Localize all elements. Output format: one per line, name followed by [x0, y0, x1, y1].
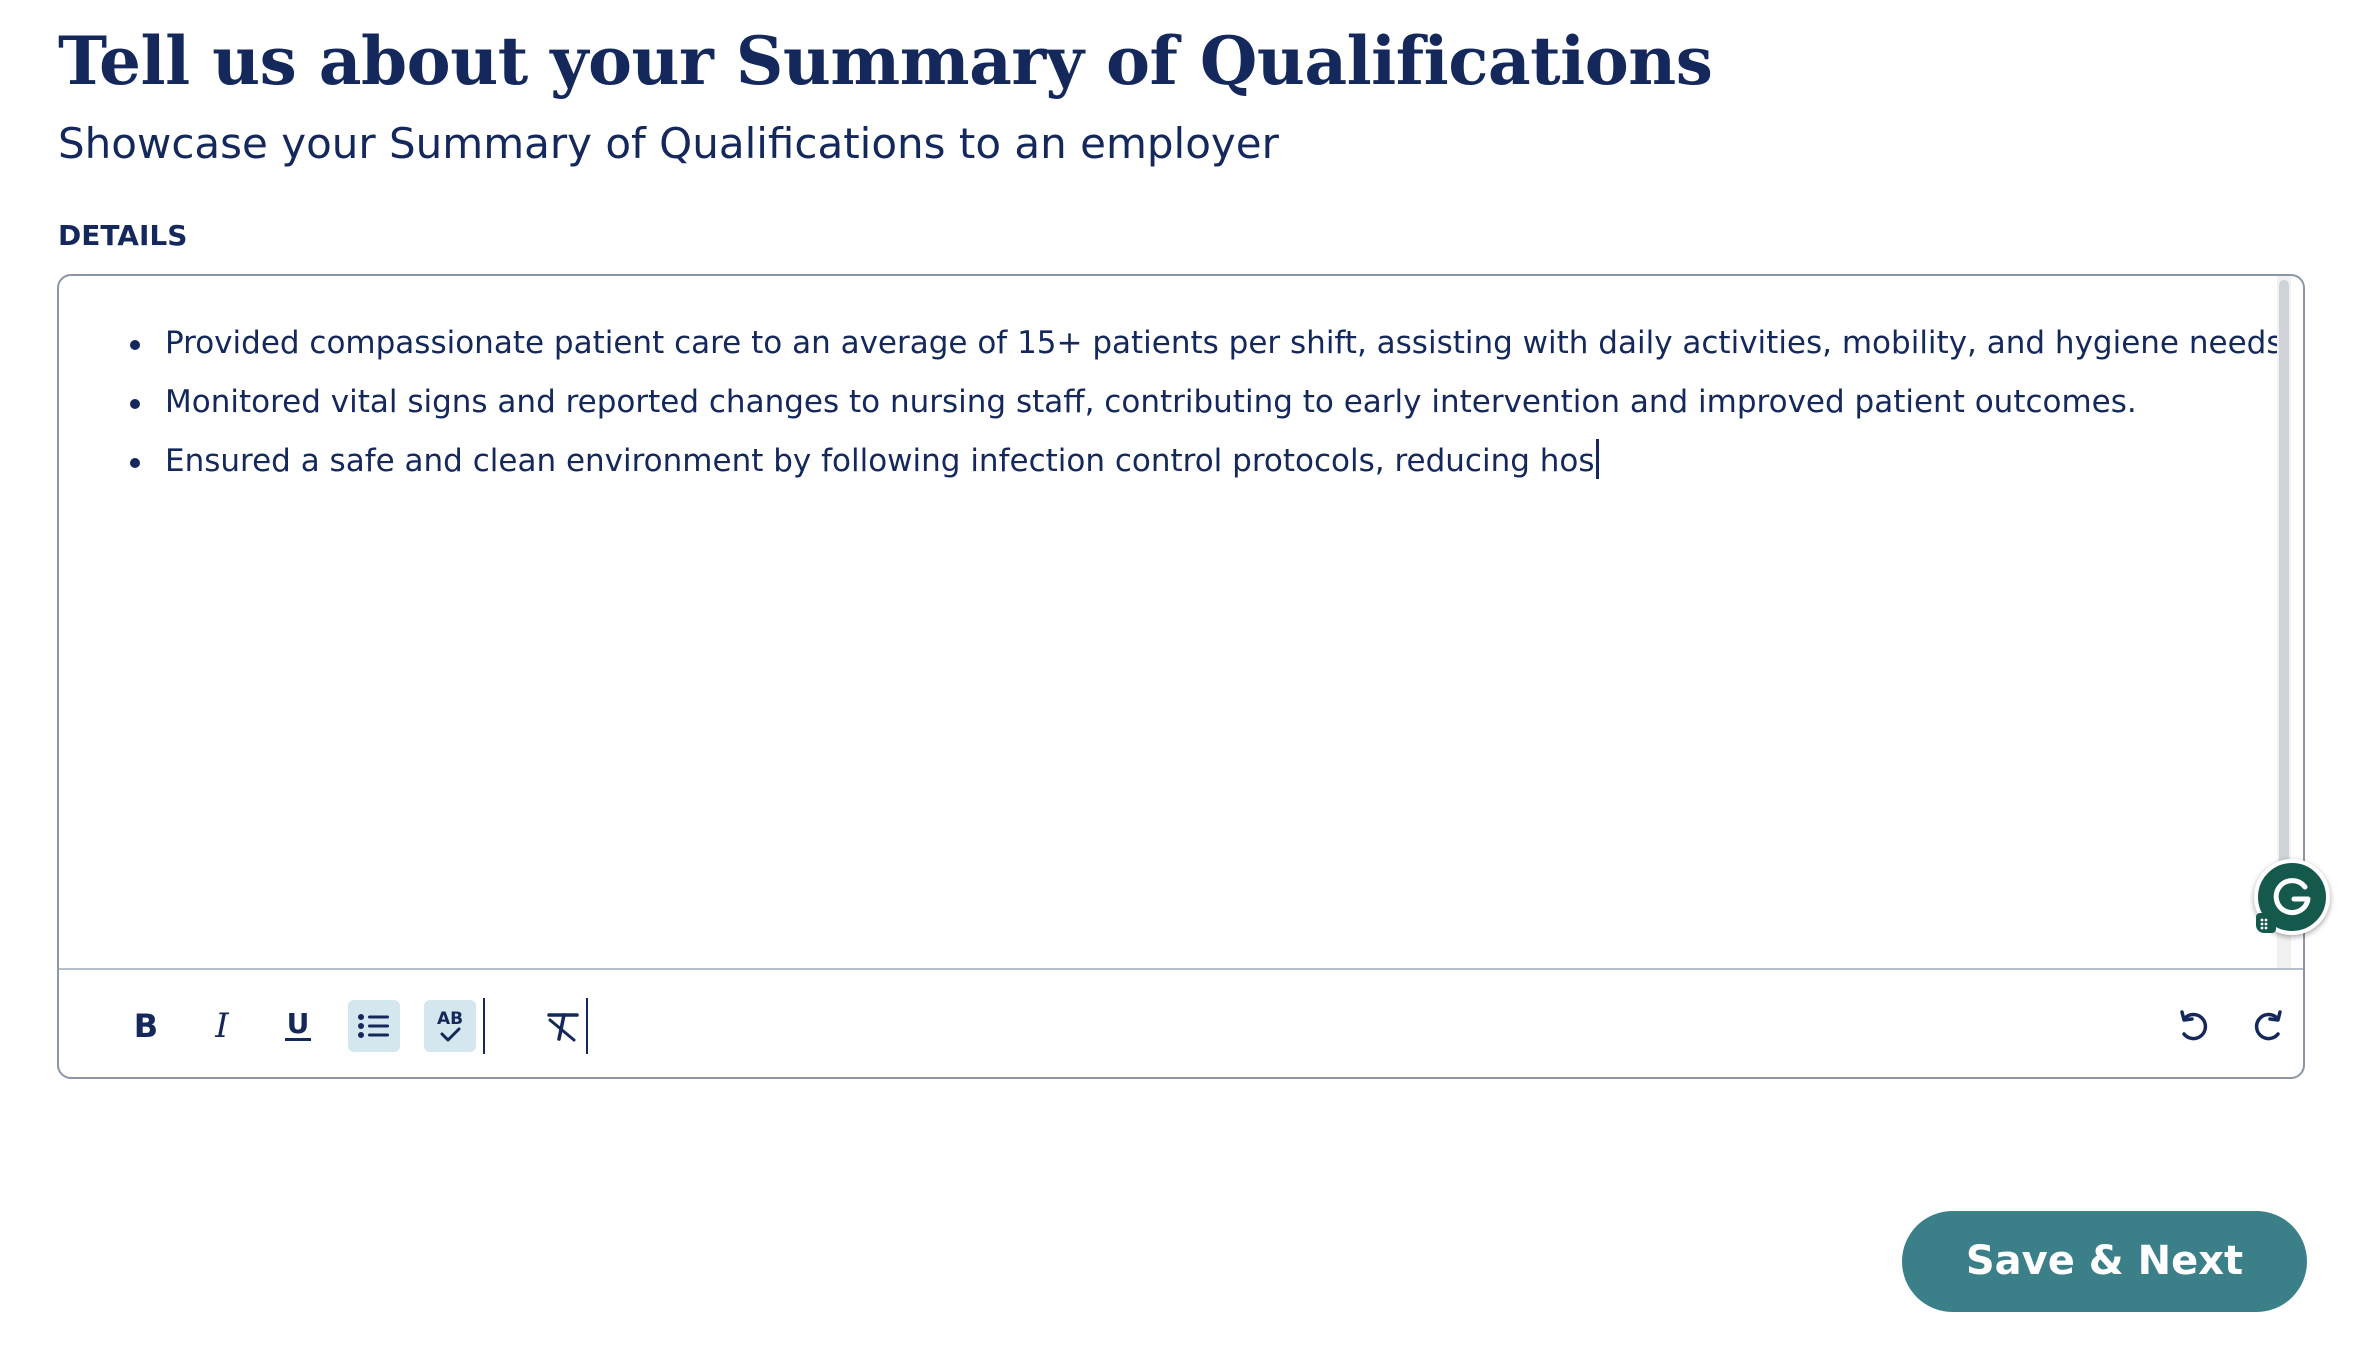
undo-icon — [2180, 1010, 2208, 1041]
undo-button[interactable] — [2167, 1000, 2219, 1052]
bold-icon: B — [134, 1010, 158, 1042]
bullet-list-icon — [358, 1014, 389, 1038]
list-item-text: Monitored vital signs and reported chang… — [165, 384, 2137, 420]
editor-scrollbar-thumb[interactable] — [2279, 280, 2289, 880]
redo-icon — [2254, 1010, 2282, 1041]
italic-button[interactable]: I — [196, 1000, 248, 1052]
bullet-dot — [130, 399, 140, 409]
svg-text:B: B — [134, 1010, 158, 1042]
bullet-dot — [130, 458, 140, 468]
svg-text:AB: AB — [437, 1009, 463, 1029]
list-item[interactable]: Monitored vital signs and reported chang… — [59, 373, 2291, 432]
grammarly-drag-handle[interactable] — [2256, 913, 2276, 933]
rich-text-editor: Provided compassionate patient care to a… — [57, 274, 2305, 1079]
toolbar-separator — [586, 998, 588, 1054]
spellcheck-button[interactable]: AB — [424, 1000, 476, 1052]
redo-button[interactable] — [2243, 1000, 2295, 1052]
underline-icon: U — [285, 1009, 311, 1041]
bold-button[interactable]: B — [120, 1000, 172, 1052]
clear-format-icon — [547, 1013, 579, 1042]
clear-format-button[interactable] — [537, 1000, 589, 1052]
toolbar-separator — [483, 998, 485, 1054]
bullet-list: Provided compassionate patient care to a… — [59, 314, 2291, 491]
list-item-text: Provided compassionate patient care to a… — [165, 325, 2291, 361]
italic-icon: I — [214, 1010, 229, 1042]
bullet-dot — [130, 340, 140, 350]
underline-button[interactable]: U — [272, 1000, 324, 1052]
list-item[interactable]: Provided compassionate patient care to a… — [59, 314, 2291, 373]
grammarly-button[interactable] — [2254, 859, 2330, 935]
list-item[interactable]: Ensured a safe and clean environment by … — [59, 432, 2291, 491]
page: Tell us about your Summary of Qualificat… — [0, 0, 2368, 1350]
save-next-button[interactable]: Save & Next — [1902, 1211, 2307, 1312]
page-title: Tell us about your Summary of Qualificat… — [58, 22, 1713, 100]
details-label: DETAILS — [58, 219, 188, 252]
text-caret — [1595, 439, 1599, 479]
svg-text:U: U — [287, 1009, 310, 1040]
bullet-list-button[interactable] — [348, 1000, 400, 1052]
editor-toolbar: B I U AB — [59, 968, 2303, 1077]
editor-content-area[interactable]: Provided compassionate patient care to a… — [59, 276, 2291, 968]
spellcheck-icon: AB — [437, 1009, 463, 1042]
svg-text:I: I — [214, 1010, 229, 1042]
grip-dots-icon — [2260, 918, 2268, 930]
page-subtitle: Showcase your Summary of Qualifications … — [58, 119, 1279, 168]
list-item-text: Ensured a safe and clean environment by … — [165, 443, 1595, 479]
